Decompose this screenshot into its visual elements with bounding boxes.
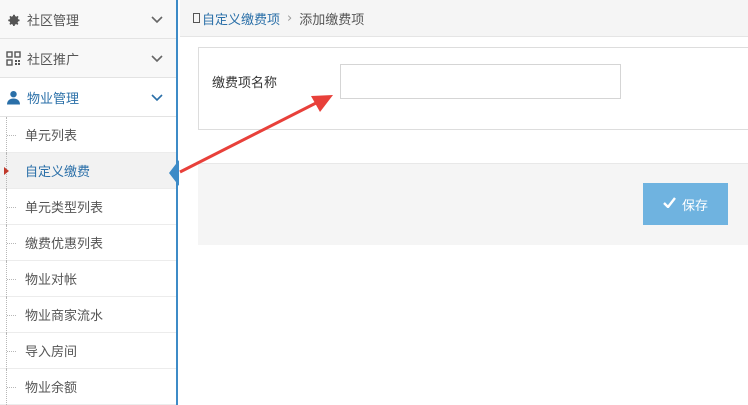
active-pointer-icon — [169, 160, 179, 186]
breadcrumb-link[interactable]: 自定义缴费项 — [202, 9, 280, 28]
qrcode-icon — [4, 49, 22, 67]
menu-community-management[interactable]: 社区管理 — [0, 0, 176, 39]
sidebar-item-label: 自定义缴费 — [25, 165, 91, 180]
sidebar-item-label: 物业商家流水 — [25, 309, 104, 324]
sidebar-item-merchant-flow[interactable]: 物业商家流水 — [0, 297, 176, 333]
fee-name-input[interactable] — [340, 64, 621, 99]
sidebar-item-import-rooms[interactable]: 导入房间 — [0, 333, 176, 369]
sidebar-item-property-balance[interactable]: 物业余额 — [0, 369, 176, 405]
gear-icon — [4, 10, 22, 28]
sidebar-item-unit-type-list[interactable]: 单元类型列表 — [0, 189, 176, 225]
breadcrumb-separator: › — [287, 10, 293, 26]
form-actions: 保存 — [198, 163, 748, 245]
check-icon — [663, 196, 676, 212]
sidebar-item-custom-fee[interactable]: 自定义缴费 — [0, 153, 176, 189]
sidebar-item-label: 单元类型列表 — [25, 201, 104, 216]
sidebar-item-label: 导入房间 — [25, 345, 78, 360]
active-marker-icon — [4, 167, 9, 175]
sidebar-item-label: 单元列表 — [25, 129, 78, 144]
sidebar-item-property-reconcile[interactable]: 物业对帐 — [0, 261, 176, 297]
breadcrumb: 自定义缴费项 › 添加缴费项 — [180, 0, 748, 37]
page-icon — [193, 13, 200, 23]
chevron-down-icon — [150, 51, 164, 65]
menu-label: 物业管理 — [27, 91, 80, 107]
sidebar-item-label: 物业余额 — [25, 381, 78, 396]
sidebar-item-label: 缴费优惠列表 — [25, 237, 104, 252]
chevron-down-icon — [150, 90, 164, 104]
chevron-down-icon — [150, 12, 164, 26]
menu-property-management[interactable]: 物业管理 — [0, 78, 176, 117]
sidebar-item-fee-discount-list[interactable]: 缴费优惠列表 — [0, 225, 176, 261]
menu-community-promotion[interactable]: 社区推广 — [0, 39, 176, 78]
breadcrumb-current: 添加缴费项 — [299, 12, 365, 28]
sidebar-item-unit-list[interactable]: 单元列表 — [0, 117, 176, 153]
fee-name-label: 缴费项名称 — [212, 76, 278, 91]
submenu-property: 单元列表 自定义缴费 单元类型列表 缴费优惠列表 物业对帐 物业商家流水 导入房… — [0, 117, 176, 405]
save-button[interactable]: 保存 — [643, 183, 728, 225]
fee-item-form: 缴费项名称 — [198, 47, 748, 130]
menu-label: 社区推广 — [27, 52, 80, 68]
sidebar-item-label: 物业对帐 — [25, 273, 78, 288]
user-icon — [4, 88, 22, 106]
save-button-label: 保存 — [681, 198, 708, 214]
sidebar: 社区管理 社区推广 物业管理 单元列表 自定义缴费 单元类型列表 缴费优惠列表 … — [0, 0, 178, 405]
menu-label: 社区管理 — [27, 13, 80, 29]
